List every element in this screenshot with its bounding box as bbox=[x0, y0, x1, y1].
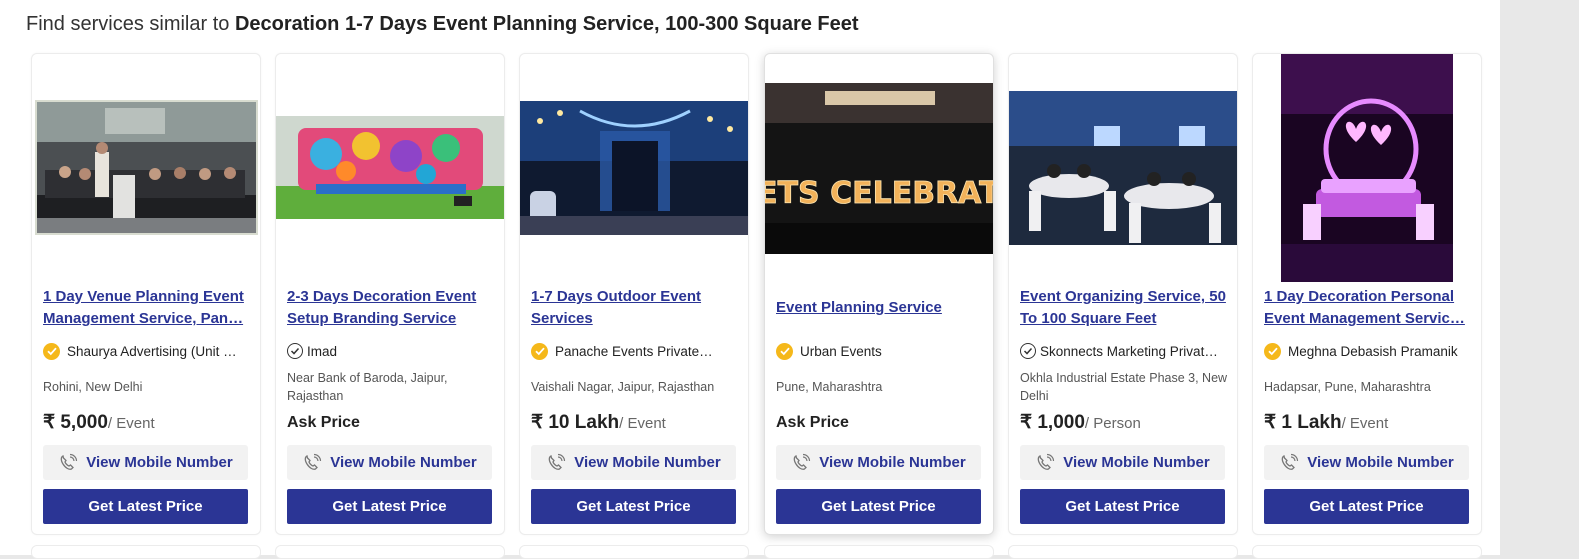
price: ₹ 5,000/ Event bbox=[43, 411, 155, 434]
seller-location: Okhla Industrial Estate Phase 3, New Del… bbox=[1020, 371, 1228, 403]
gold-check-icon bbox=[531, 342, 548, 360]
phone-icon bbox=[548, 453, 566, 470]
view-mobile-label: View Mobile Number bbox=[1063, 454, 1210, 471]
get-latest-price-button[interactable]: Get Latest Price bbox=[1020, 489, 1225, 524]
product-title-link[interactable]: 1 Day Decoration Personal Event Manageme… bbox=[1264, 286, 1474, 330]
outline-check-icon bbox=[287, 343, 303, 359]
product-card[interactable]: LETS CELEBRATE Event Planning Service Ur… bbox=[764, 53, 994, 535]
conference-photo bbox=[35, 100, 258, 235]
product-title-link[interactable]: 2-3 Days Decoration Event Setup Branding… bbox=[287, 286, 497, 330]
get-latest-price-button[interactable]: Get Latest Price bbox=[43, 489, 248, 524]
seller-row[interactable]: Skonnects Marketing Private… bbox=[1020, 341, 1230, 361]
gold-check-icon bbox=[43, 342, 60, 360]
seller-name: Panache Events Private… bbox=[555, 343, 713, 359]
seller-row[interactable]: Panache Events Private… bbox=[531, 341, 741, 361]
price-unit: / Person bbox=[1084, 415, 1141, 432]
view-mobile-label: View Mobile Number bbox=[574, 454, 721, 471]
outline-check-icon bbox=[1020, 343, 1036, 359]
product-image[interactable] bbox=[1253, 54, 1481, 284]
ask-price: Ask Price bbox=[776, 414, 849, 431]
gold-check-icon bbox=[1264, 342, 1281, 360]
product-card[interactable]: Event Organizing Service, 50 To 100 Squa… bbox=[1008, 53, 1238, 535]
seller-row[interactable]: Meghna Debasish Pramanik bbox=[1264, 341, 1474, 361]
product-title-link[interactable]: Event Planning Service bbox=[776, 297, 986, 319]
view-mobile-label: View Mobile Number bbox=[819, 454, 966, 471]
seller-location: Hadapsar, Pune, Maharashtra bbox=[1264, 380, 1431, 394]
banquet-hall-photo bbox=[1009, 91, 1237, 245]
view-mobile-number-button[interactable]: View Mobile Number bbox=[776, 445, 981, 480]
lets-celebrate-sign: LETS CELEBRATE bbox=[765, 176, 993, 211]
view-mobile-number-button[interactable]: View Mobile Number bbox=[531, 445, 736, 480]
product-title-link[interactable]: 1-7 Days Outdoor Event Services bbox=[531, 286, 741, 330]
heading-prefix: Find services similar to bbox=[26, 13, 235, 35]
phone-icon bbox=[1037, 453, 1055, 470]
view-mobile-number-button[interactable]: View Mobile Number bbox=[287, 445, 492, 480]
get-latest-price-button[interactable]: Get Latest Price bbox=[287, 489, 492, 524]
view-mobile-label: View Mobile Number bbox=[330, 454, 477, 471]
price-unit: / Event bbox=[619, 415, 666, 432]
price: ₹ 1 Lakh/ Event bbox=[1264, 411, 1388, 434]
seller-name: Meghna Debasish Pramanik bbox=[1288, 343, 1458, 359]
get-latest-price-button[interactable]: Get Latest Price bbox=[776, 489, 981, 524]
seller-location: Pune, Maharashtra bbox=[776, 380, 883, 394]
price: ₹ 1,000/ Person bbox=[1020, 411, 1141, 434]
gold-check-icon bbox=[776, 342, 793, 360]
lets-celebrate-photo: LETS CELEBRATE bbox=[765, 83, 993, 254]
next-row-card bbox=[31, 545, 261, 559]
product-image[interactable]: LETS CELEBRATE bbox=[765, 54, 993, 284]
product-image[interactable] bbox=[520, 54, 748, 284]
ask-price: Ask Price bbox=[287, 414, 360, 431]
phone-icon bbox=[1281, 453, 1299, 470]
product-title-link[interactable]: 1 Day Venue Planning Event Management Se… bbox=[43, 286, 253, 330]
heading-product-name: Decoration 1-7 Days Event Planning Servi… bbox=[234, 13, 859, 35]
price-value: ₹ 5,000 bbox=[43, 412, 108, 433]
similar-services-panel: Find services similar to Decoration 1-7 … bbox=[0, 0, 1500, 559]
get-latest-price-button[interactable]: Get Latest Price bbox=[531, 489, 736, 524]
phone-icon bbox=[793, 453, 811, 470]
section-heading: Find services similar to Decoration 1-7 … bbox=[26, 13, 859, 36]
next-row-card bbox=[1008, 545, 1238, 559]
product-image[interactable] bbox=[32, 54, 260, 284]
seller-name: Shaurya Advertising (Unit Of… bbox=[67, 343, 247, 359]
phone-icon bbox=[304, 453, 322, 470]
price-value: ₹ 1,000 bbox=[1020, 412, 1085, 433]
product-image[interactable] bbox=[1009, 54, 1237, 284]
price-value: ₹ 1 Lakh bbox=[1264, 412, 1342, 433]
seller-location: Rohini, New Delhi bbox=[43, 380, 143, 394]
view-mobile-label: View Mobile Number bbox=[86, 454, 233, 471]
view-mobile-number-button[interactable]: View Mobile Number bbox=[1020, 445, 1225, 480]
product-title-link[interactable]: Event Organizing Service, 50 To 100 Squa… bbox=[1020, 286, 1230, 330]
next-row-card bbox=[1252, 545, 1482, 559]
view-mobile-number-button[interactable]: View Mobile Number bbox=[1264, 445, 1469, 480]
price-value: ₹ 10 Lakh bbox=[531, 412, 620, 433]
view-mobile-number-button[interactable]: View Mobile Number bbox=[43, 445, 248, 480]
product-card[interactable]: 1 Day Venue Planning Event Management Se… bbox=[31, 53, 261, 535]
purple-decor-photo bbox=[1281, 54, 1453, 282]
seller-row[interactable]: Imad bbox=[287, 341, 497, 361]
seller-name: Imad bbox=[307, 343, 338, 359]
seller-location: Vaishali Nagar, Jaipur, Rajasthan bbox=[531, 380, 715, 394]
product-card[interactable]: 1 Day Decoration Personal Event Manageme… bbox=[1252, 53, 1482, 535]
seller-row[interactable]: Shaurya Advertising (Unit Of… bbox=[43, 341, 253, 361]
price: ₹ 10 Lakh/ Event bbox=[531, 411, 666, 434]
seller-name: Urban Events bbox=[800, 343, 882, 359]
phone-icon bbox=[60, 453, 78, 470]
price-unit: / Event bbox=[107, 415, 155, 432]
view-mobile-label: View Mobile Number bbox=[1307, 454, 1454, 471]
stage-decoration-photo bbox=[276, 116, 504, 219]
seller-location: Near Bank of Baroda, Jaipur, Rajasthan bbox=[287, 371, 448, 403]
product-card[interactable]: 1-7 Days Outdoor Event Services Panache … bbox=[519, 53, 749, 535]
get-latest-price-button[interactable]: Get Latest Price bbox=[1264, 489, 1469, 524]
outdoor-event-photo bbox=[520, 101, 748, 235]
next-row-card bbox=[764, 545, 994, 559]
next-row-card bbox=[275, 545, 505, 559]
price-unit: / Event bbox=[1341, 415, 1389, 432]
seller-row[interactable]: Urban Events bbox=[776, 341, 986, 361]
product-image[interactable] bbox=[276, 54, 504, 284]
next-row-card bbox=[519, 545, 749, 559]
product-card[interactable]: 2-3 Days Decoration Event Setup Branding… bbox=[275, 53, 505, 535]
seller-name: Skonnects Marketing Private… bbox=[1040, 343, 1220, 359]
